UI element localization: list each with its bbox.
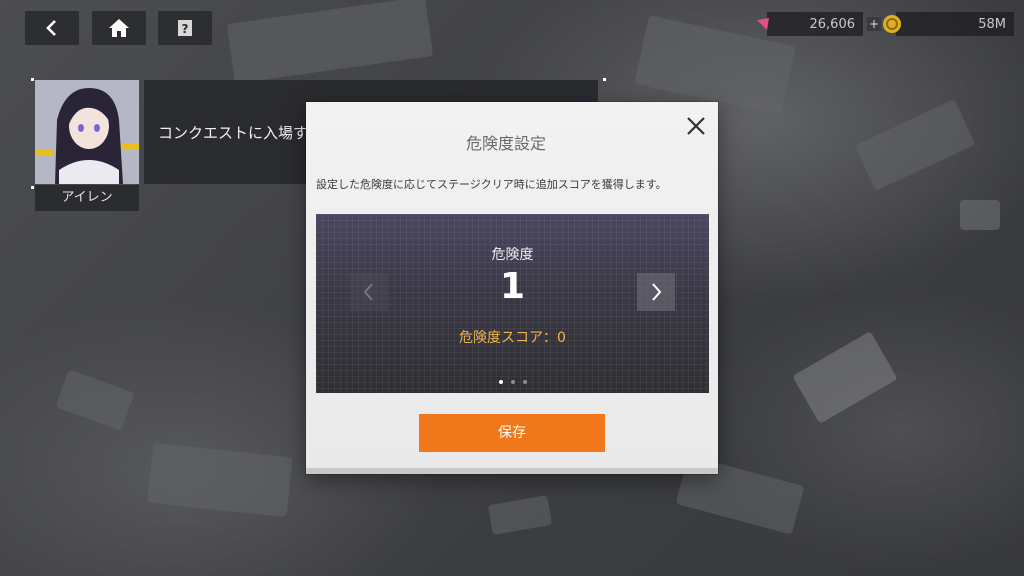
chevron-right-icon [652, 283, 662, 301]
save-button[interactable]: 保存 [419, 414, 605, 452]
character-name: アイレン [35, 185, 139, 211]
help-icon: ? [178, 20, 192, 36]
close-icon [687, 117, 705, 135]
character-portrait [35, 80, 139, 184]
danger-level-panel: 危険度 1 危険度スコア：0 [316, 214, 709, 393]
gem-currency: 26,606 + [755, 10, 881, 38]
danger-label: 危険度 [491, 247, 534, 263]
home-button[interactable] [92, 11, 146, 45]
dialog-description: 設定した危険度に応じてステージクリア時に追加スコアを獲得します。 [316, 178, 667, 191]
back-arrow-icon [46, 20, 56, 36]
dialog-title: 危険度設定 [466, 134, 547, 153]
decrease-danger-button[interactable] [350, 273, 388, 311]
back-button[interactable] [25, 11, 79, 45]
character-image [35, 80, 139, 184]
chevron-left-icon [363, 283, 373, 301]
increase-danger-button[interactable] [637, 273, 675, 311]
coin-currency: 58M [882, 10, 1014, 38]
help-button[interactable]: ? [158, 11, 212, 45]
page-dot [522, 380, 527, 384]
corner-marker [31, 78, 34, 81]
svg-text:?: ? [182, 22, 189, 36]
page-dot [498, 380, 503, 384]
coin-icon [883, 15, 901, 33]
danger-setting-dialog: 危険度設定 設定した危険度に応じてステージクリア時に追加スコアを獲得します。 危… [306, 102, 718, 474]
corner-marker [603, 78, 606, 81]
home-icon [109, 19, 129, 37]
corner-marker [31, 186, 34, 189]
page-indicator [316, 380, 709, 384]
gem-icon [757, 18, 769, 30]
add-gem-button[interactable]: + [867, 17, 881, 31]
page-dot [510, 380, 515, 384]
danger-score: 危険度スコア：0 [459, 330, 566, 346]
gem-count: 26,606 [809, 16, 856, 32]
close-button[interactable] [684, 114, 708, 138]
coin-count: 58M [978, 16, 1006, 32]
